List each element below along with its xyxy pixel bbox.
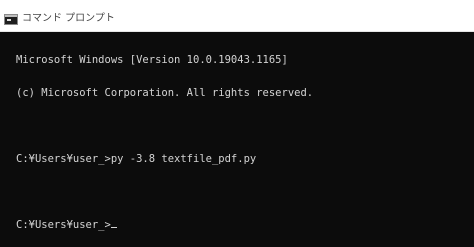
text-cursor — [110, 227, 117, 228]
console-line-copyright: (c) Microsoft Corporation. All rights re… — [16, 87, 314, 99]
console-output[interactable]: Microsoft Windows [Version 10.0.19043.11… — [16, 33, 474, 247]
window-title: コマンド プロンプト — [22, 13, 115, 24]
command-prompt-window: コマンド プロンプト Microsoft Windows [Version 10… — [0, 0, 474, 247]
prompt-text: C:¥Users¥user_> — [16, 219, 111, 231]
console-line-version: Microsoft Windows [Version 10.0.19043.11… — [16, 54, 288, 66]
command-prompt-icon — [4, 14, 18, 25]
console-line-blank — [16, 187, 474, 198]
title-bar[interactable]: コマンド プロンプト — [0, 0, 474, 32]
console-line-prompt[interactable]: C:¥Users¥user_> — [16, 220, 474, 231]
console-line-command: C:¥Users¥user_>py -3.8 textfile_pdf.py — [16, 153, 257, 165]
console-line-blank — [16, 121, 474, 132]
